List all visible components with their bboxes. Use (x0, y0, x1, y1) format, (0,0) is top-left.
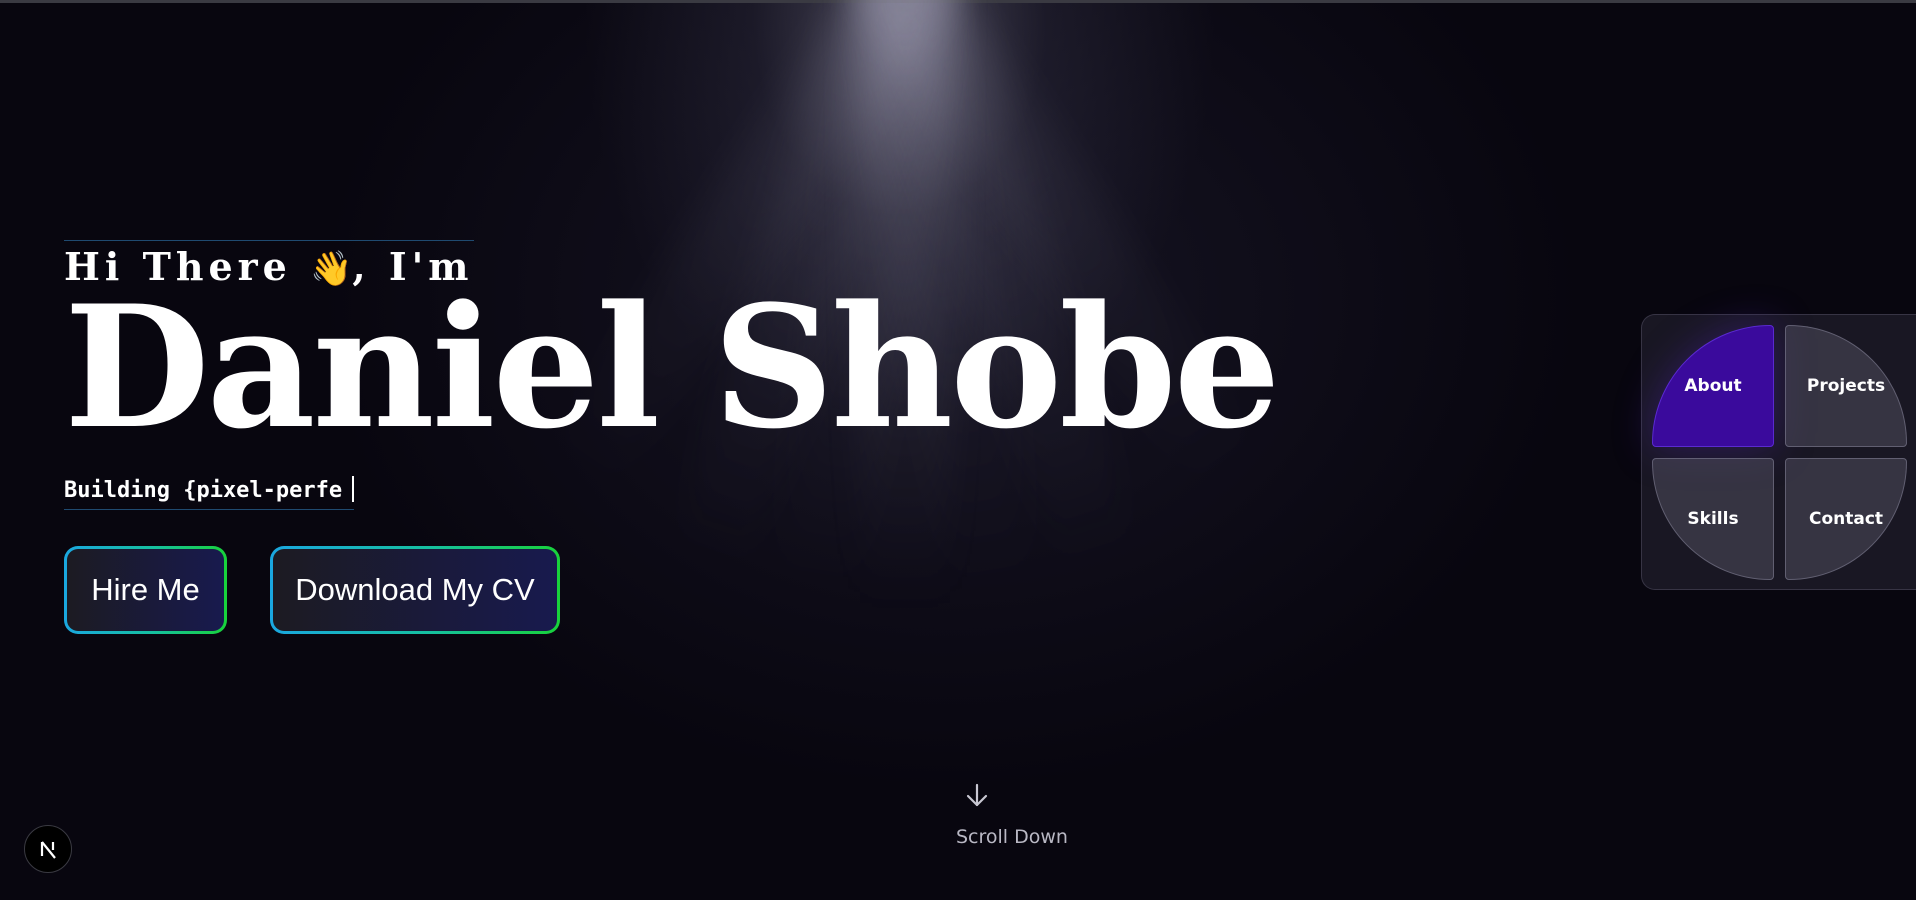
nav-skills[interactable]: Skills (1652, 458, 1774, 580)
hire-me-label: Hire Me (67, 549, 224, 631)
nextjs-logo-icon (40, 841, 56, 859)
hero-page: Hi There 👋, I'm Daniel Shobe Building {p… (0, 0, 1916, 900)
hero-name: Daniel Shobe (64, 268, 1281, 466)
quadrant-nav: About Projects Skills Contact (1641, 314, 1916, 590)
download-cv-button[interactable]: Download My CV (270, 546, 560, 634)
typing-text: Building {pixel-perfe (64, 478, 343, 503)
nav-contact[interactable]: Contact (1785, 458, 1907, 580)
nav-about[interactable]: About (1652, 325, 1774, 447)
typing-tagline: Building {pixel-perfe (64, 476, 355, 510)
nextjs-badge[interactable] (24, 825, 72, 873)
text-cursor (352, 476, 355, 502)
hire-me-button[interactable]: Hire Me (64, 546, 227, 634)
arrow-down-icon (966, 783, 988, 807)
download-cv-label: Download My CV (273, 549, 557, 631)
nav-projects[interactable]: Projects (1785, 325, 1907, 447)
scroll-down-label: Scroll Down (956, 826, 1068, 848)
